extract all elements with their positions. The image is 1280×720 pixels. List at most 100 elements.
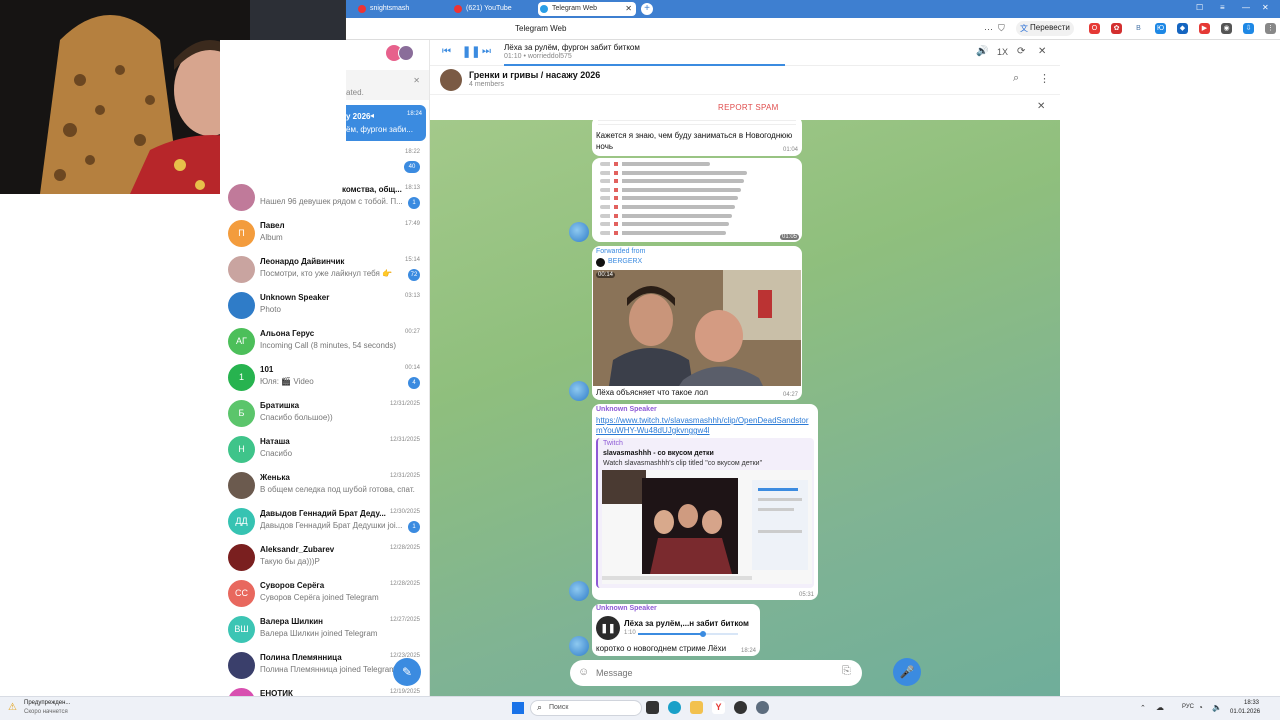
tray-up-icon[interactable]: ⌃	[1140, 704, 1146, 712]
wifi-icon[interactable]: ◔	[1198, 703, 1203, 712]
chat-name: Полина Племянница	[260, 653, 342, 662]
message-time: 01:04	[782, 147, 798, 153]
volume-icon[interactable]: 🔊	[976, 46, 988, 57]
chat-item[interactable]: П Павел 17:49 Album	[220, 216, 429, 252]
extension-icon[interactable]: ⇩	[1243, 23, 1254, 34]
yandex-icon[interactable]: Y	[712, 701, 725, 714]
avatar	[228, 256, 255, 283]
close-icon[interactable]: ✕	[1037, 101, 1045, 112]
chat-item[interactable]: 18:22 40	[346, 144, 429, 178]
screenshot-line	[600, 205, 735, 209]
more-icon[interactable]: ⋯	[984, 24, 993, 35]
chat-item[interactable]: ЕНОТИК 12/19/2025	[220, 684, 429, 696]
extension-icon[interactable]: ✿	[1111, 23, 1122, 34]
video-attachment[interactable]: 00:14	[593, 270, 801, 386]
obs-icon[interactable]	[734, 701, 747, 714]
bookmarks-icon[interactable]: ☐	[1196, 3, 1203, 12]
opera-icon[interactable]: O	[1089, 23, 1100, 34]
chat-time: 12/28/2025	[389, 581, 420, 587]
extension-icon[interactable]: ◆	[1177, 23, 1188, 34]
message-link[interactable]: https://www.twitch.tv/slavasmashhh/clip/…	[596, 416, 814, 436]
chat-item[interactable]: Aleksandr_Zubarev 12/28/2025 Такую бы да))…	[220, 540, 429, 576]
minimize-icon[interactable]: —	[1242, 3, 1250, 12]
notification-title[interactable]: Предупрежден...	[24, 700, 70, 706]
extension-icon[interactable]: Ю	[1155, 23, 1166, 34]
menu-icon[interactable]: ⋮	[1265, 23, 1276, 34]
task-view-icon[interactable]	[646, 701, 659, 714]
repeat-icon[interactable]: ⟳	[1017, 46, 1025, 57]
close-tab-icon[interactable]: ✕	[625, 2, 632, 16]
chat-item-selected[interactable]: y 2026 ◂ 18:24 ём, фургон заби...	[346, 105, 426, 141]
explorer-icon[interactable]	[690, 701, 703, 714]
sender-avatar[interactable]	[569, 581, 589, 601]
youtube-icon[interactable]: ▶	[1199, 23, 1210, 34]
more-icon[interactable]: ⋮	[1039, 72, 1050, 85]
emoji-icon[interactable]: ☺	[578, 666, 589, 678]
sender-avatar[interactable]	[569, 636, 589, 656]
pencil-icon: ✎	[401, 665, 413, 679]
taskbar-search[interactable]: ⌕ Поиск	[530, 700, 642, 716]
tab-label: (621) YouTube	[466, 5, 512, 12]
tab-snightsmash[interactable]: snightsmash	[356, 2, 446, 16]
avatar: АГ	[228, 328, 255, 355]
volume-icon[interactable]: 🔈	[1212, 703, 1222, 712]
close-icon[interactable]: ✕	[413, 76, 420, 85]
tab-youtube[interactable]: (621) YouTube	[452, 2, 532, 16]
start-icon[interactable]	[512, 702, 524, 714]
chat-item[interactable]: комства, общ... 18:13 Нашел 96 девушек р…	[220, 180, 429, 216]
chat-item[interactable]: Женька 12/31/2025 В общем селедка под шубо…	[220, 468, 429, 504]
new-message-button[interactable]: ✎	[393, 658, 421, 686]
report-spam-button[interactable]: REPORT SPAM	[718, 103, 779, 112]
extension-icon[interactable]: ◉	[1221, 23, 1232, 34]
message-bubble: 01:05	[592, 158, 802, 242]
chat-item[interactable]: Н Наташа 12/31/2025 Спасибо	[220, 432, 429, 468]
chat-item[interactable]: 1 101 00:14 Юля: 🎬 Video 4	[220, 360, 429, 396]
audio-progress[interactable]	[638, 631, 738, 637]
network-icon[interactable]: ☁	[1156, 703, 1164, 712]
search-icon[interactable]: ⌕	[1013, 72, 1019, 85]
chat-item[interactable]: ВШ Валера Шилкин 12/27/2025 Валера Шилкин j…	[220, 612, 429, 648]
edge-icon[interactable]	[668, 701, 681, 714]
folder-avatar-icon[interactable]	[398, 45, 414, 61]
menu-icon[interactable]: ≡	[1220, 3, 1225, 12]
chat-name: Братишка	[260, 401, 300, 410]
playback-speed[interactable]: 1X	[997, 47, 1008, 57]
preview-title: slavasmashhh - со вкусом детки	[603, 450, 714, 457]
voice-message-button[interactable]: 🎤	[893, 658, 921, 686]
pause-icon[interactable]: ❚❚	[462, 45, 480, 58]
sender-avatar[interactable]	[569, 381, 589, 401]
vk-icon[interactable]: B	[1133, 23, 1144, 34]
link-preview[interactable]: Twitch slavasmashhh - со вкусом детки Wa…	[596, 438, 814, 588]
message-input[interactable]	[596, 665, 826, 681]
chat-item[interactable]: СС Суворов Серёга 12/28/2025 Суворов Серёга…	[220, 576, 429, 612]
pause-icon[interactable]: ❚❚	[596, 616, 620, 640]
bookmark-icon[interactable]: ⛉	[998, 23, 1005, 34]
clock-date[interactable]: 01.01.2026	[1230, 709, 1260, 715]
translate-button[interactable]: 文 Перевести	[1016, 21, 1074, 36]
next-icon[interactable]: ⏭	[482, 46, 491, 57]
chat-item[interactable]: АГ Альона Герус 00:27 Incoming Call (8 minu…	[220, 324, 429, 360]
close-icon[interactable]: ✕	[1038, 46, 1046, 57]
chat-name: Валера Шилкин	[260, 617, 324, 626]
language-indicator[interactable]: РУС	[1182, 704, 1194, 710]
sender-name[interactable]: Unknown Speaker	[596, 605, 657, 612]
sender-avatar[interactable]	[569, 222, 589, 242]
settings-icon[interactable]	[756, 701, 769, 714]
chat-item[interactable]: Unknown Speaker 03:13 Photo	[220, 288, 429, 324]
group-avatar[interactable]	[440, 69, 462, 91]
chat-item[interactable]: Леонардо Дайвинчик 15:14 Посмотри, кто уже…	[220, 252, 429, 288]
chat-preview: Суворов Серёга joined Telegram	[260, 593, 379, 602]
new-tab-button[interactable]: +	[641, 3, 653, 15]
forward-source-name[interactable]: BERGERX	[608, 258, 642, 265]
previous-icon[interactable]: ⏮	[442, 46, 451, 57]
sender-name[interactable]: Unknown Speaker	[596, 406, 657, 413]
warning-icon[interactable]: ⚠	[8, 702, 17, 713]
chat-title[interactable]: Гренки и гривы / насажу 2026	[469, 70, 600, 80]
chat-item[interactable]: Б Братишка 12/31/2025 Спасибо большое))	[220, 396, 429, 432]
chat-item[interactable]: ДД Давыдов Геннадий Брат Деду... 12/30/202…	[220, 504, 429, 540]
avatar: Н	[228, 436, 255, 463]
clock-time[interactable]: 18:33	[1244, 700, 1259, 706]
attach-icon[interactable]: ⎘	[842, 665, 851, 678]
close-window-icon[interactable]: ✕	[1262, 3, 1269, 12]
tab-telegram[interactable]: Telegram Web ✕	[538, 2, 636, 16]
